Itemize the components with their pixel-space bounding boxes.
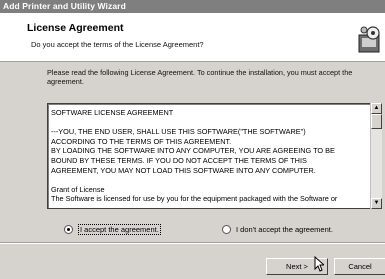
setup-computer-icon [358, 26, 380, 53]
wizard-body: Please read the following License Agreem… [0, 62, 385, 279]
footer-divider [0, 242, 385, 244]
window-title: Add Printer and Utility Wizard [3, 1, 126, 11]
accept-radio[interactable]: I accept the agreement. [64, 223, 161, 235]
cancel-button[interactable]: Cancel [334, 258, 385, 275]
intro-text: Please read the following License Agreem… [47, 68, 353, 86]
decline-radio[interactable]: I don't accept the agreement. [222, 223, 333, 235]
scroll-down-icon[interactable]: ▼ [371, 198, 382, 209]
scroll-up-icon[interactable]: ▲ [371, 103, 382, 114]
decline-label: I don't accept the agreement. [236, 224, 333, 234]
scroll-thumb[interactable] [371, 114, 382, 129]
license-text: SOFTWARE LICENSE AGREEMENT ---YOU, THE E… [51, 108, 338, 204]
license-text-box[interactable]: SOFTWARE LICENSE AGREEMENT ---YOU, THE E… [47, 103, 372, 209]
wizard-header: License Agreement Do you accept the term… [0, 13, 385, 62]
page-title: License Agreement [27, 22, 124, 34]
mouse-pointer-icon [314, 256, 324, 272]
license-scrollbar[interactable]: ▲ ▼ [370, 103, 382, 209]
title-bar: Add Printer and Utility Wizard [0, 0, 385, 13]
page-subtitle: Do you accept the terms of the License A… [31, 40, 204, 49]
radio-selected-icon [64, 224, 73, 234]
radio-unselected-icon [222, 224, 231, 234]
accept-label: I accept the agreement. [78, 223, 161, 235]
